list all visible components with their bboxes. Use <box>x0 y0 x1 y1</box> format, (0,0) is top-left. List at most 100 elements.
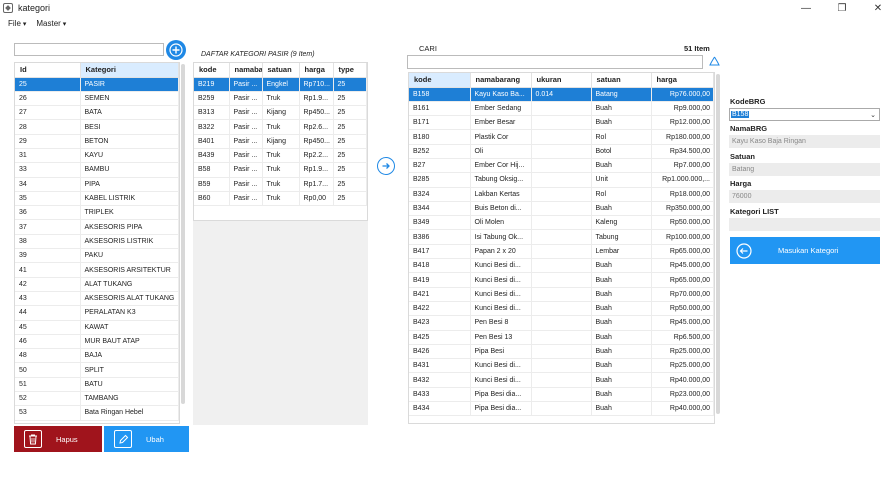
kategori-search-input[interactable] <box>14 43 164 56</box>
table-row[interactable]: 45 KAWAT <box>15 320 179 335</box>
table-cell: 35 <box>15 191 81 207</box>
close-icon[interactable]: ✕ <box>860 0 896 16</box>
barang-scrollbar[interactable] <box>716 74 720 414</box>
column-header-type[interactable]: type <box>333 63 367 78</box>
table-row[interactable]: 38 AKSESORIS LISTRIK <box>15 234 179 250</box>
table-row[interactable]: B439 Pasir ... Truk Rp2.2... 25 <box>194 148 367 164</box>
table-row[interactable]: B421 Kunci Besi di... Buah Rp70.000,00 <box>409 287 714 302</box>
table-row[interactable]: B322 Pasir ... Truk Rp2.6... 25 <box>194 119 367 135</box>
table-row[interactable]: B285 Tabung Oksig... Unit Rp1.000.000,... <box>409 172 714 188</box>
table-row[interactable]: B433 Pipa Besi dia... Buah Rp23.000,00 <box>409 387 714 403</box>
table-row[interactable]: B418 Kunci Besi di... Buah Rp45.000,00 <box>409 258 714 274</box>
table-row[interactable]: 41 AKSESORIS ARSITEKTUR <box>15 262 179 278</box>
table-row[interactable]: 26 SEMEN <box>15 91 179 107</box>
table-row[interactable]: B259 Pasir ... Truk Rp1.9... 25 <box>194 91 367 107</box>
table-row[interactable]: B180 Plastik Cor Rol Rp180.000,00 <box>409 129 714 145</box>
table-cell: Rp7.000,00 <box>651 158 714 174</box>
table-cell: B219 <box>194 77 230 92</box>
table-row[interactable]: 28 BESI <box>15 119 179 135</box>
column-header-id[interactable]: Id <box>15 63 81 78</box>
table-row[interactable]: 51 BATU <box>15 377 179 393</box>
table-row[interactable]: B344 Buis Beton di... Buah Rp350.000,00 <box>409 201 714 217</box>
table-row[interactable]: B386 Isi Tabung Ok... Tabung Rp100.000,00 <box>409 229 714 245</box>
table-row[interactable]: B422 Kunci Besi di... Buah Rp50.000,00 <box>409 301 714 317</box>
transfer-button[interactable] <box>377 157 395 175</box>
table-row[interactable]: B432 Kunci Besi di... Buah Rp40.000,00 <box>409 372 714 388</box>
table-row[interactable]: 29 BETON <box>15 134 179 149</box>
table-row[interactable]: B219 Pasir ... Engkel Rp710... 25 <box>194 77 367 92</box>
column-header-kategori[interactable]: Kategori <box>80 63 179 78</box>
table-row[interactable]: B401 Pasir ... Kijang Rp450... 25 <box>194 134 367 149</box>
column-header-ukuran[interactable]: ukuran <box>531 73 592 88</box>
harga-field[interactable]: 76000 <box>729 190 880 203</box>
satuan-field[interactable]: Batang <box>729 163 880 176</box>
table-row[interactable]: B426 Pipa Besi Buah Rp25.000,00 <box>409 344 714 360</box>
table-row[interactable]: 34 PIPA <box>15 177 179 192</box>
table-row[interactable]: 44 PERALATAN K3 <box>15 305 179 321</box>
table-row[interactable]: B324 Lakban Kertas Rol Rp18.000,00 <box>409 187 714 202</box>
column-header-harga[interactable]: harga <box>651 73 714 88</box>
kategori-scrollbar[interactable] <box>181 64 185 404</box>
table-row[interactable]: B419 Kunci Besi di... Buah Rp65.000,00 <box>409 272 714 288</box>
table-row[interactable]: B171 Ember Besar Buah Rp12.000,00 <box>409 115 714 131</box>
column-header-namabarang[interactable]: namaba <box>229 63 263 78</box>
table-row[interactable]: 33 BAMBU <box>15 162 179 178</box>
table-row[interactable]: 35 KABEL LISTRIK <box>15 191 179 207</box>
column-header-kode[interactable]: kode <box>194 63 230 78</box>
add-kategori-button[interactable] <box>166 40 186 60</box>
table-row[interactable]: B60 Pasir ... Truk Rp0,00 25 <box>194 191 367 207</box>
table-row[interactable]: B349 Oli Molen Kaleng Rp50.000,00 <box>409 215 714 231</box>
table-row[interactable]: 42 ALAT TUKANG <box>15 277 179 292</box>
table-cell: SEMEN <box>80 91 179 107</box>
table-row[interactable]: B59 Pasir ... Truk Rp1.7... 25 <box>194 177 367 192</box>
table-row[interactable]: 50 SPLIT <box>15 362 179 378</box>
column-header-satuan[interactable]: satuan <box>591 73 652 88</box>
menu-file[interactable]: File <box>8 19 26 28</box>
column-header-harga[interactable]: harga <box>299 63 334 78</box>
table-row[interactable]: 39 PAKU <box>15 248 179 264</box>
table-row[interactable]: 27 BATA <box>15 105 179 121</box>
table-cell: Botol <box>591 144 652 159</box>
table-cell: B439 <box>194 148 230 164</box>
table-cell: Buah <box>591 358 652 374</box>
minimize-icon[interactable]: — <box>788 0 824 16</box>
table-row[interactable]: B158 Kayu Kaso Ba... 0.014 Batang Rp76.000,0… <box>409 87 714 102</box>
table-row[interactable]: B58 Pasir ... Truk Rp1.9... 25 <box>194 162 367 178</box>
barang-search-input[interactable] <box>407 55 703 69</box>
table-row[interactable]: 31 KAYU <box>15 148 179 164</box>
table-row[interactable]: B27 Ember Cor Hij... Buah Rp7.000,00 <box>409 158 714 174</box>
table-row[interactable]: 37 AKSESORIS PIPA <box>15 219 179 235</box>
table-cell: 25 <box>333 105 367 121</box>
table-row[interactable]: B313 Pasir ... Kijang Rp450... 25 <box>194 105 367 121</box>
table-row[interactable]: B425 Pen Besi 13 Buah Rp6.500,00 <box>409 330 714 345</box>
kodebrg-select[interactable]: B158 ⌄ <box>729 108 880 121</box>
maximize-icon[interactable]: ❐ <box>824 0 860 16</box>
table-row[interactable]: B431 Kunci Besi di... Buah Rp25.000,00 <box>409 358 714 374</box>
table-row[interactable]: 25 PASIR <box>15 77 179 92</box>
table-row[interactable]: 46 MUR BAUT ATAP <box>15 334 179 350</box>
masukan-kategori-button[interactable]: Masukan Kategori <box>730 237 880 264</box>
table-cell <box>531 301 592 317</box>
table-row[interactable]: 52 TAMBANG <box>15 391 179 407</box>
ubah-button[interactable]: Ubah <box>104 426 189 452</box>
column-header-satuan[interactable]: satuan <box>262 63 300 78</box>
menu-master[interactable]: Master <box>36 19 66 28</box>
hapus-button[interactable]: Hapus <box>14 426 102 452</box>
table-row[interactable]: 53 Bata Ringan Hebel <box>15 405 179 421</box>
refresh-button[interactable] <box>705 53 723 70</box>
table-row[interactable]: B252 Oli Botol Rp34.500,00 <box>409 144 714 159</box>
table-cell: B432 <box>409 372 471 388</box>
namabrg-field[interactable]: Kayu Kaso Baja Ringan <box>729 135 880 148</box>
table-row[interactable]: 43 AKSESORIS ALAT TUKANG <box>15 291 179 307</box>
table-row[interactable]: 36 TRIPLEK <box>15 205 179 221</box>
table-cell: Rp1.9... <box>299 162 334 178</box>
table-row[interactable]: B434 Pipa Besi dia... Buah Rp40.000,00 <box>409 401 714 417</box>
kategori-list-field[interactable] <box>729 218 880 231</box>
table-row[interactable]: B161 Ember Sedang Buah Rp9.000,00 <box>409 101 714 117</box>
column-header-kode[interactable]: kode <box>409 73 471 88</box>
table-row[interactable]: 48 BAJA <box>15 348 179 364</box>
table-cell: B425 <box>409 330 471 345</box>
column-header-namabarang[interactable]: namabarang <box>470 73 532 88</box>
table-row[interactable]: B423 Pen Besi 8 Buah Rp45.000,00 <box>409 315 714 331</box>
table-row[interactable]: B417 Papan 2 x 20 Lembar Rp65.000,00 <box>409 244 714 260</box>
